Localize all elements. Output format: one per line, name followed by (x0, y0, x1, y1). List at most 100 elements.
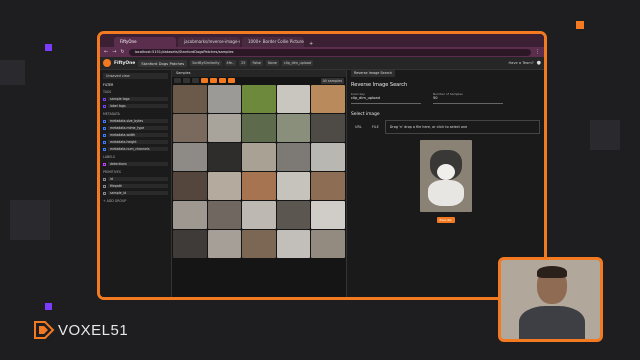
add-group-button[interactable]: + ADD GROUP (103, 199, 168, 203)
sample-thumbnail[interactable] (311, 230, 345, 258)
view-stage[interactable]: 4fe.. (224, 60, 237, 66)
sidebar-field[interactable]: detections (103, 161, 168, 167)
sample-thumbnail[interactable] (276, 172, 311, 200)
browser-tab-strip: FiftyOne jacobmarks/reverse-image-se... … (100, 34, 544, 47)
sidebar-field[interactable]: sample_id (103, 190, 168, 196)
checkbox[interactable] (103, 133, 106, 137)
file-source-button[interactable]: FILE (368, 125, 383, 129)
menu-icon[interactable]: ⋮ (535, 49, 540, 55)
new-tab-icon[interactable]: + (306, 41, 316, 47)
app-header: FiftyOne Stanford Dogs Patches SortBySim… (100, 57, 544, 70)
bg-block (0, 60, 25, 85)
tab-reverse-image-search[interactable]: Reverse Image Search (351, 70, 396, 77)
checkbox[interactable] (103, 147, 106, 151)
url-source-button[interactable]: URL (351, 125, 366, 129)
sample-thumbnail[interactable] (242, 143, 276, 171)
section-title: TAGS (103, 90, 112, 94)
sample-thumbnail[interactable] (207, 230, 242, 258)
sample-thumbnail[interactable] (311, 201, 345, 229)
sample-thumbnail[interactable] (276, 85, 311, 113)
browser-tab[interactable]: 1000+ Border Collie Pictures... (242, 37, 304, 47)
sidebar-field[interactable]: metadata.mime_type (103, 125, 168, 131)
sidebar-field[interactable]: filepath (103, 183, 168, 189)
sample-thumbnail[interactable] (311, 85, 345, 113)
sidebar-field[interactable]: metadata.size_bytes (103, 118, 168, 124)
similarity-icon[interactable] (201, 78, 208, 83)
link-icon[interactable] (192, 78, 199, 83)
sample-thumbnail[interactable] (276, 114, 311, 142)
view-stage[interactable]: SortBySimilarity (190, 60, 222, 66)
sidebar-field[interactable]: label tags (103, 103, 168, 109)
accent-dot (576, 21, 584, 29)
sample-thumbnail[interactable] (207, 114, 242, 142)
section-title: PRIMITIVES (103, 170, 121, 174)
operator-icon[interactable] (228, 78, 235, 83)
checkbox[interactable] (103, 177, 106, 181)
sample-thumbnail[interactable] (207, 201, 242, 229)
patches-icon[interactable] (210, 78, 217, 83)
sample-thumbnail[interactable] (276, 143, 311, 171)
panel-title: Reverse Image Search (351, 82, 408, 88)
view-select[interactable]: Unsaved view (103, 73, 168, 79)
github-icon[interactable]: ● (537, 60, 541, 66)
checkbox[interactable] (103, 126, 106, 130)
webcam-overlay (498, 257, 603, 342)
reload-icon[interactable]: ↻ (120, 49, 124, 55)
sample-thumbnail[interactable] (311, 143, 345, 171)
sample-thumbnail[interactable] (311, 172, 345, 200)
checkbox[interactable] (103, 184, 106, 188)
brain-key-select[interactable]: clip_dim_upload (351, 96, 421, 104)
field-label: label tags (110, 104, 126, 108)
field-label: filepath (110, 184, 123, 188)
dataset-selector[interactable]: Stanford Dogs Patches (138, 59, 188, 67)
browser-tab[interactable]: jacobmarks/reverse-image-se... (178, 37, 240, 47)
field-label: metadata.size_bytes (110, 119, 144, 123)
view-stage[interactable]: None (265, 60, 279, 66)
checkbox[interactable] (103, 97, 106, 101)
view-stage[interactable]: clip_dim_upload (281, 60, 314, 66)
sample-thumbnail[interactable] (173, 143, 207, 171)
num-samples-input[interactable]: 50 (433, 96, 503, 104)
eye-icon[interactable] (183, 78, 190, 83)
view-stage[interactable]: False (250, 60, 263, 66)
sample-thumbnail[interactable] (276, 201, 311, 229)
checkbox[interactable] (103, 119, 106, 123)
sample-thumbnail[interactable] (242, 201, 276, 229)
checkbox[interactable] (103, 162, 106, 166)
grid-toolbar: All samples (172, 77, 346, 84)
sample-thumbnail[interactable] (242, 85, 276, 113)
sample-thumbnail[interactable] (311, 114, 345, 142)
sidebar-field[interactable]: sample tags (103, 96, 168, 102)
sample-thumbnail[interactable] (173, 172, 207, 200)
field-label: metadata.num_channels (110, 147, 150, 151)
sample-thumbnail[interactable] (276, 230, 311, 258)
checkbox[interactable] (103, 191, 106, 195)
sample-thumbnail[interactable] (173, 230, 207, 258)
view-stage[interactable]: 25 (239, 60, 248, 66)
sample-thumbnail[interactable] (173, 114, 207, 142)
back-icon[interactable]: ← (104, 49, 108, 55)
sample-thumbnail[interactable] (207, 143, 242, 171)
sample-thumbnail[interactable] (242, 230, 276, 258)
sidebar-field[interactable]: metadata.num_channels (103, 146, 168, 152)
checkbox[interactable] (103, 140, 106, 144)
sample-thumbnail[interactable] (173, 85, 207, 113)
team-link[interactable]: Have a Team? (508, 61, 533, 65)
sample-thumbnail[interactable] (207, 172, 242, 200)
forward-icon[interactable]: → (112, 49, 116, 55)
image-dropzone[interactable]: Drag 'n' drop a file here, or click to s… (384, 120, 540, 134)
sample-thumbnail[interactable] (207, 85, 242, 113)
tag-icon[interactable] (174, 78, 181, 83)
sample-thumbnail[interactable] (173, 201, 207, 229)
tab-samples[interactable]: Samples (172, 70, 346, 77)
sample-thumbnail[interactable] (242, 172, 276, 200)
address-bar[interactable]: localhost:5151/datasets/StanfordDogsPatc… (128, 48, 531, 56)
sidebar-field[interactable]: metadata.height (103, 139, 168, 145)
sidebar-field[interactable]: metadata.width (103, 132, 168, 138)
checkbox[interactable] (103, 104, 106, 108)
sidebar-field[interactable]: id (103, 176, 168, 182)
browser-tab[interactable]: FiftyOne (114, 37, 176, 47)
sample-thumbnail[interactable] (242, 114, 276, 142)
execute-button[interactable]: Execute (436, 217, 455, 223)
sort-icon[interactable] (219, 78, 226, 83)
